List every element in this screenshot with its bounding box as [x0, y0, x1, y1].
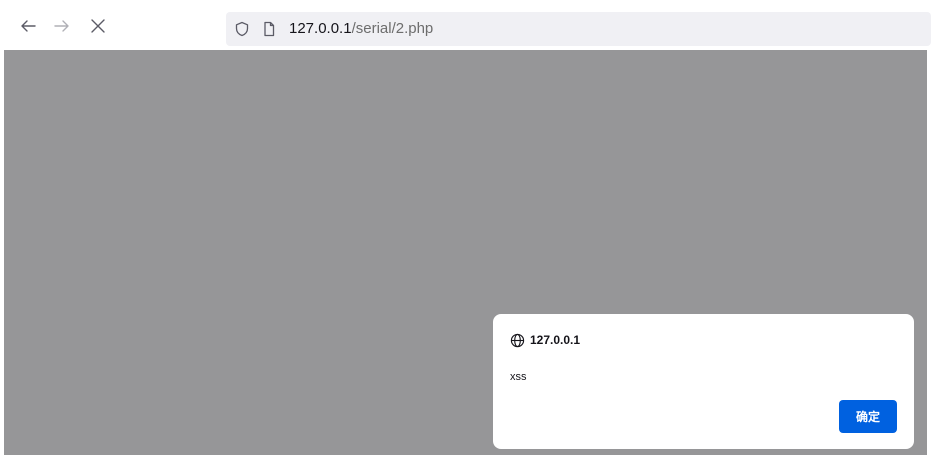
url-text[interactable]: 127.0.0.1/serial/2.php: [289, 12, 433, 46]
forward-button[interactable]: [50, 14, 74, 38]
shield-icon[interactable]: [233, 20, 251, 38]
stop-button[interactable]: [86, 14, 110, 38]
address-bar[interactable]: 127.0.0.1/serial/2.php: [226, 12, 931, 46]
dialog-message: xss: [510, 371, 527, 383]
dialog-origin-text: 127.0.0.1: [530, 333, 581, 347]
arrow-right-icon: [54, 20, 69, 32]
close-icon: [91, 19, 105, 33]
ok-button[interactable]: 确定: [839, 400, 897, 433]
url-path: /serial/2.php: [351, 20, 434, 37]
dialog-origin: 127.0.0.1: [510, 331, 580, 349]
alert-dialog: 127.0.0.1 xss 确定: [493, 314, 914, 449]
arrow-left-icon: [21, 20, 36, 32]
globe-icon: [510, 333, 525, 347]
url-host: 127.0.0.1: [289, 20, 352, 37]
browser-toolbar: 127.0.0.1/serial/2.php: [0, 0, 931, 52]
page-icon[interactable]: [260, 20, 278, 38]
back-button[interactable]: [16, 14, 40, 38]
